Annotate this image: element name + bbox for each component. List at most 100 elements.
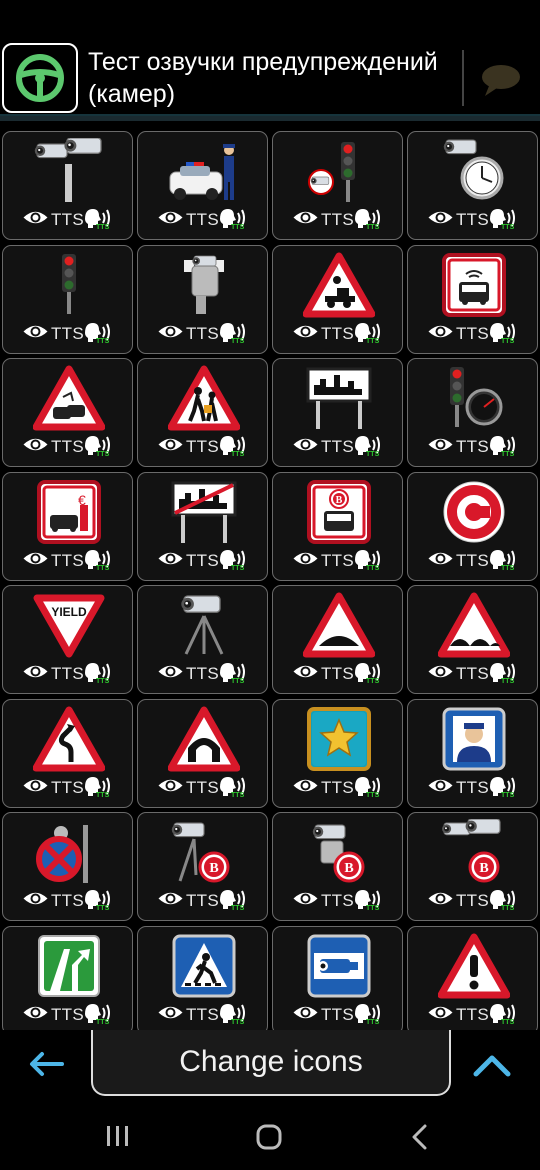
tts-label[interactable]: TTS [321,664,354,684]
tts-label[interactable]: TTS [186,210,219,230]
average-speed-camera-icon[interactable] [408,136,539,206]
town-exit-icon[interactable] [138,477,269,547]
warning-tile[interactable]: TTS TTS [2,131,133,240]
warning-tile[interactable]: TTS TTS [137,471,269,581]
warning-tile[interactable]: TTS TTS [407,131,538,240]
cctv-camera-icon[interactable] [273,931,404,1001]
danger-warning-icon[interactable] [408,931,539,1001]
icon-grid-scroll[interactable]: TTS TTS TTS TTS TTS TTS TTS TTS TTS TTS TTS TTS TTS T… [0,121,540,1030]
tts-label[interactable]: TTS [51,210,84,230]
bus-lane-icon[interactable]: B [273,477,404,547]
eye-icon[interactable] [157,209,184,231]
tts-label[interactable]: TTS [321,551,354,571]
eye-icon[interactable] [157,550,184,572]
pedestrian-crossing-icon[interactable] [138,931,269,1001]
warning-tile[interactable]: TTS TTS [272,244,404,354]
tts-label[interactable]: TTS [456,891,489,911]
mobile-camera-rear-icon[interactable]: B [273,817,404,887]
tts-label[interactable]: TTS [456,437,489,457]
voice-speaker-icon[interactable]: TTS [353,1002,383,1028]
warning-tile[interactable]: B TTS TTS [137,812,268,921]
tts-label[interactable]: TTS [186,324,219,344]
lane-control-icon[interactable] [3,931,134,1001]
warning-tile[interactable]: TTS TTS [137,698,268,808]
warning-tile[interactable]: TTS TTS [407,698,539,808]
warning-tile[interactable]: B TTS TTS [272,812,403,921]
railway-crossing-icon[interactable] [273,250,404,320]
tts-label[interactable]: TTS [456,778,489,798]
eye-icon[interactable] [22,1004,49,1026]
voice-speaker-icon[interactable]: TTS [488,434,518,460]
warning-tile[interactable]: B TTS TTS [272,471,404,581]
voice-speaker-icon[interactable]: TTS [218,661,248,687]
tts-label[interactable]: TTS [51,324,84,344]
recent-apps-icon[interactable] [105,1124,131,1148]
speed-bump-icon[interactable] [273,590,404,660]
voice-speaker-icon[interactable]: TTS [353,207,383,233]
arrow-left-icon[interactable] [26,1048,66,1080]
warning-tile[interactable]: TTS TTS [272,585,403,694]
warning-tile[interactable]: TTS TTS [2,358,133,467]
school-zone-icon[interactable] [138,363,269,433]
warning-tile[interactable]: TTS TTS [407,358,538,467]
eye-icon[interactable] [292,209,319,231]
voice-speaker-icon[interactable]: TTS [488,888,518,914]
police-post-icon[interactable] [408,704,539,774]
voice-speaker-icon[interactable]: TTS [83,207,113,233]
voice-speaker-icon[interactable]: TTS [83,321,113,347]
police-car-icon[interactable] [138,136,269,206]
eye-icon[interactable] [22,323,49,345]
eye-icon[interactable] [292,663,319,685]
voice-speaker-icon[interactable]: TTS [218,775,248,801]
voice-speaker-icon[interactable]: TTS [83,1002,113,1028]
voice-speaker-icon[interactable]: TTS [83,888,113,914]
voice-speaker-icon[interactable]: TTS [488,548,518,574]
speech-bubble-icon[interactable] [478,60,524,100]
warning-tile[interactable]: B TTS TTS [407,812,538,921]
voice-speaker-icon[interactable]: TTS [218,321,248,347]
congestion-charge-icon[interactable] [408,477,539,547]
eye-icon[interactable] [292,777,319,799]
voice-speaker-icon[interactable]: TTS [83,434,113,460]
toll-road-icon[interactable]: € [3,477,134,547]
voice-speaker-icon[interactable]: TTS [218,888,248,914]
tts-label[interactable]: TTS [51,778,84,798]
warning-tile[interactable]: TTS TTS [137,244,268,354]
tts-label[interactable]: TTS [456,324,489,344]
eye-icon[interactable] [157,323,184,345]
eye-icon[interactable] [22,436,49,458]
favorite-star-icon[interactable] [273,704,404,774]
tts-label[interactable]: TTS [51,1005,84,1025]
eye-icon[interactable] [292,1004,319,1026]
tripod-camera-rear-icon[interactable]: B [138,817,269,887]
bus-lane-camera-icon[interactable] [408,250,539,320]
tripod-camera-icon[interactable] [138,590,269,660]
eye-icon[interactable] [427,777,454,799]
eye-icon[interactable] [22,777,49,799]
eye-icon[interactable] [22,209,49,231]
traffic-light-icon[interactable] [3,250,134,320]
tts-label[interactable]: TTS [51,891,84,911]
warning-tile[interactable]: YIELD TTS TTS [2,585,133,694]
eye-icon[interactable] [427,550,454,572]
yield-sign-icon[interactable]: YIELD [3,590,134,660]
warning-tile[interactable]: TTS TTS [407,244,539,354]
eye-icon[interactable] [157,663,184,685]
tts-label[interactable]: TTS [186,891,219,911]
tts-label[interactable]: TTS [321,210,354,230]
warning-tile[interactable]: TTS TTS [2,812,133,921]
voice-speaker-icon[interactable]: TTS [218,434,248,460]
eye-icon[interactable] [292,890,319,912]
warning-tile[interactable]: TTS TTS [272,131,403,240]
warning-tile[interactable]: TTS TTS [137,131,268,240]
tts-label[interactable]: TTS [321,324,354,344]
voice-speaker-icon[interactable]: TTS [488,207,518,233]
voice-speaker-icon[interactable]: TTS [353,661,383,687]
tts-label[interactable]: TTS [51,551,84,571]
warning-tile[interactable]: TTS TTS [272,358,403,467]
warning-tile[interactable]: € TTS TTS [2,471,134,581]
voice-speaker-icon[interactable]: TTS [218,207,248,233]
warning-tile[interactable]: TTS TTS [2,244,134,354]
red-light-camera-icon[interactable] [273,136,404,206]
tts-label[interactable]: TTS [186,1005,219,1025]
